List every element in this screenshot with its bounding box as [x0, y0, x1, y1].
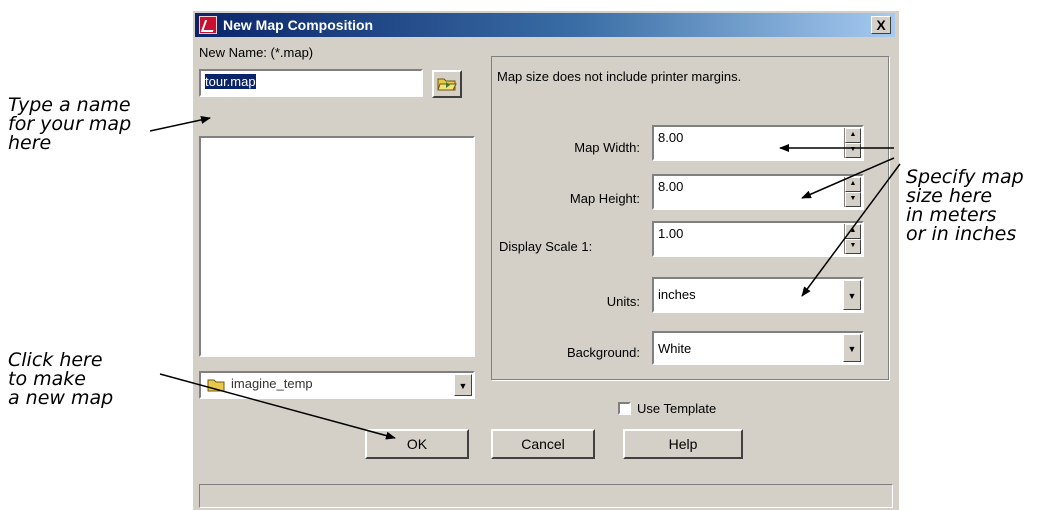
arrow-height: [801, 157, 895, 199]
arrow-name: [149, 115, 211, 132]
arrow-units: [801, 163, 901, 297]
annotation-arrows: [149, 115, 901, 440]
arrow-ok: [159, 373, 396, 440]
